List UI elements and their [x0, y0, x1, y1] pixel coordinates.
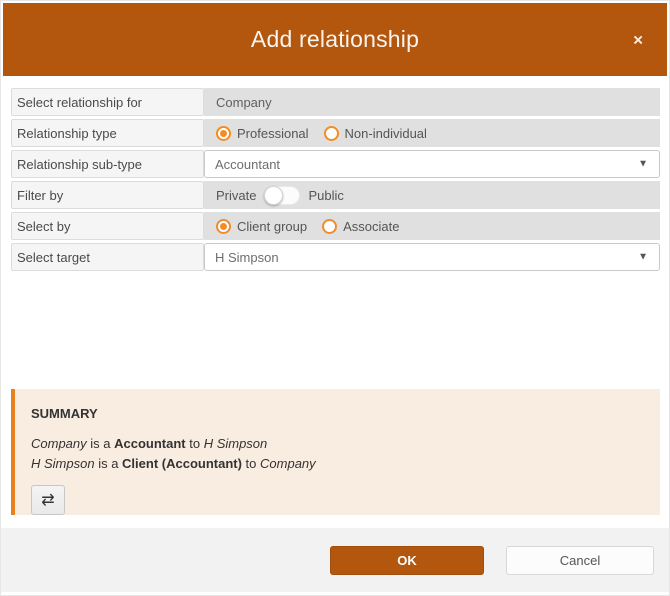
selected-value: H Simpson: [215, 249, 279, 265]
radio-non-individual[interactable]: Non-individual: [323, 125, 427, 141]
relationship-sub-type-select[interactable]: Accountant ▼: [204, 150, 660, 178]
toggle-on-label: Public: [308, 187, 344, 203]
field-label: Select target: [11, 243, 204, 271]
radio-unselected-icon[interactable]: [322, 218, 338, 234]
add-relationship-dialog: Add relationship × Select relationship f…: [0, 0, 670, 596]
swap-arrows-icon: ⇄: [41, 492, 55, 509]
dialog-title: Add relationship: [250, 26, 420, 52]
radio-client-group[interactable]: Client group: [216, 218, 307, 234]
field-label: Select by: [11, 212, 204, 240]
radio-selected-icon[interactable]: [216, 218, 231, 234]
close-icon[interactable]: ×: [629, 27, 647, 52]
summary-line-1: Company is a Accountant to H Simpson: [31, 436, 268, 451]
summary-line-2: H Simpson is a Client (Accountant) to Co…: [31, 456, 316, 471]
private-public-toggle[interactable]: [264, 185, 301, 205]
field-label: Relationship sub-type: [11, 150, 204, 178]
summary-heading: SUMMARY: [31, 406, 98, 421]
toggle-thumb[interactable]: [264, 185, 284, 205]
radio-unselected-icon[interactable]: [323, 125, 339, 141]
radio-associate[interactable]: Associate: [322, 218, 399, 234]
swap-relationship-button[interactable]: ⇄: [31, 485, 65, 515]
field-label: Select relationship for: [11, 88, 204, 116]
row-select-target: Select target H Simpson ▼: [11, 243, 660, 271]
row-relationship-type: Relationship type Professional Non-indiv…: [11, 119, 660, 147]
radio-professional[interactable]: Professional: [216, 125, 309, 141]
relationship-for-value: Company: [204, 88, 660, 116]
relationship-form: Select relationship for Company Relation…: [11, 88, 660, 274]
radio-selected-icon[interactable]: [216, 125, 231, 141]
dialog-footer: OK Cancel: [1, 528, 669, 592]
select-target-select[interactable]: H Simpson ▼: [204, 243, 660, 271]
dialog-header: Add relationship ×: [3, 3, 667, 76]
filter-by-toggle-group: Private Public: [204, 181, 660, 209]
cancel-button[interactable]: Cancel: [506, 545, 654, 575]
relationship-type-options: Professional Non-individual: [204, 119, 660, 147]
field-label: Filter by: [11, 181, 204, 209]
toggle-off-label: Private: [216, 187, 257, 203]
field-label: Relationship type: [11, 119, 204, 147]
row-relationship-sub-type: Relationship sub-type Accountant ▼: [11, 150, 660, 178]
row-filter-by: Filter by Private Public: [11, 181, 660, 209]
row-select-by: Select by Client group Associate: [11, 212, 660, 240]
row-select-relationship-for: Select relationship for Company: [11, 88, 660, 116]
selected-value: Accountant: [215, 156, 281, 172]
ok-button[interactable]: OK: [330, 545, 484, 575]
chevron-down-icon[interactable]: ▼: [638, 159, 648, 170]
summary-panel: SUMMARY Company is a Accountant to H Sim…: [11, 389, 660, 515]
select-by-options: Client group Associate: [204, 212, 660, 240]
chevron-down-icon[interactable]: ▼: [638, 252, 648, 263]
